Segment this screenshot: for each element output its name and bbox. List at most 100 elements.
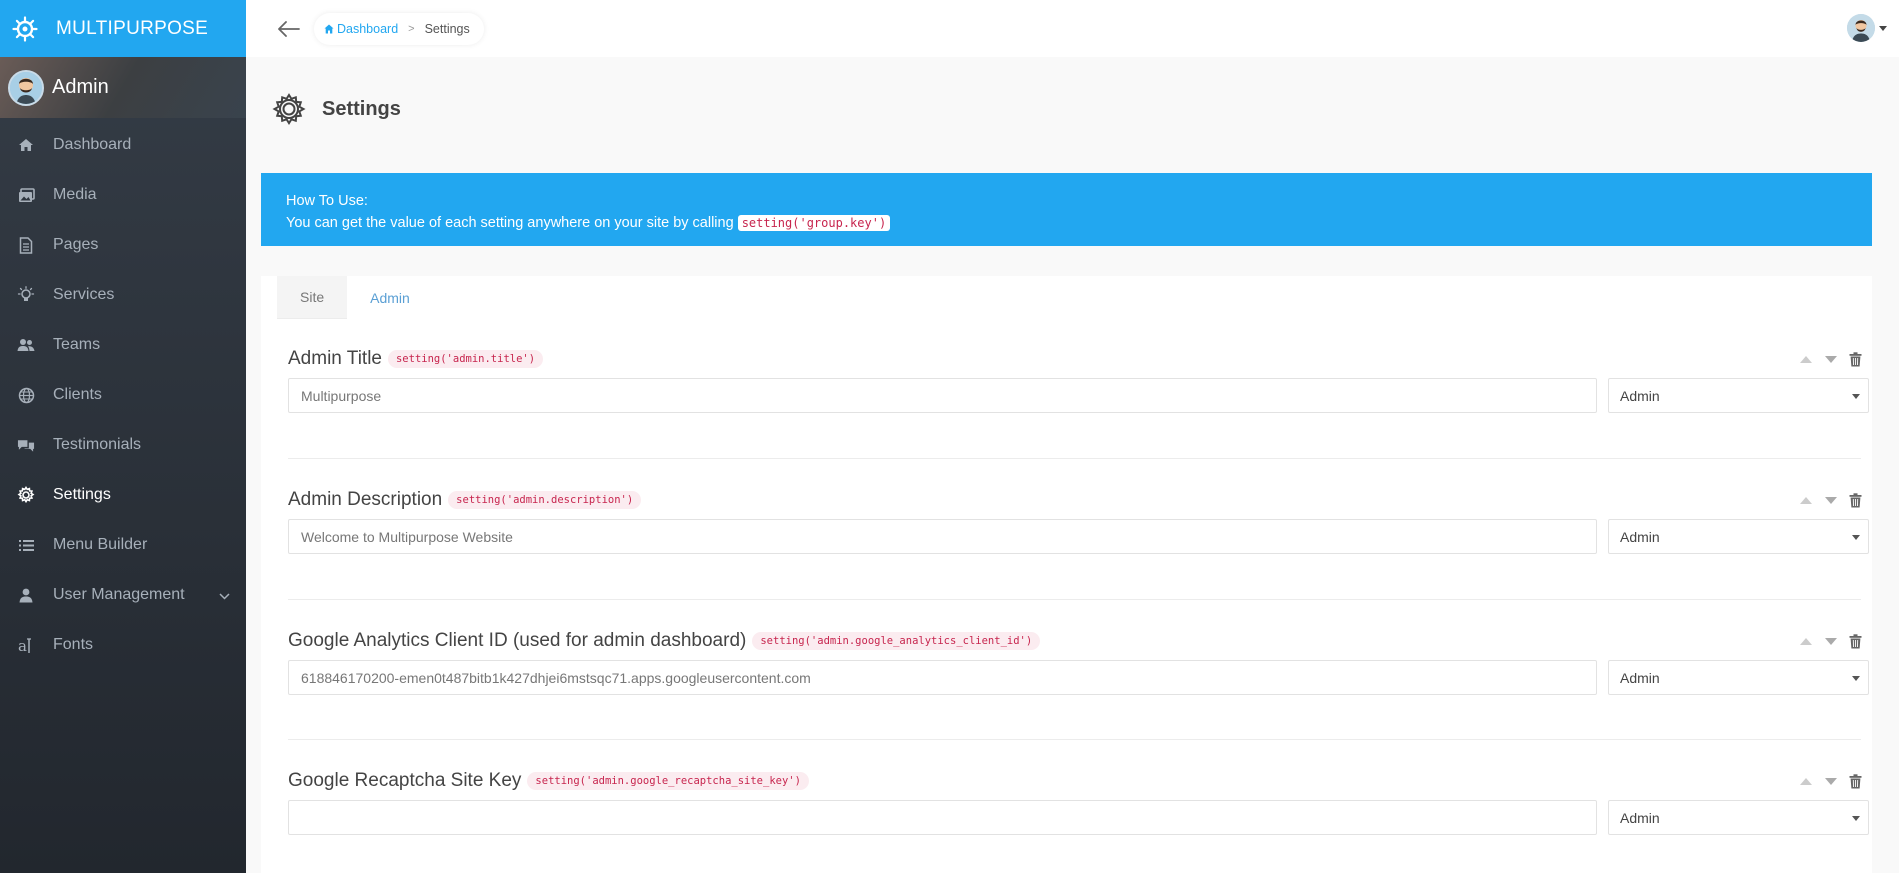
- sidebar-item-user-management[interactable]: User Management: [0, 570, 246, 620]
- avatar: [8, 69, 44, 106]
- trash-icon[interactable]: [1847, 490, 1864, 510]
- setting-label: Admin Description: [288, 489, 443, 510]
- sidebar-profile[interactable]: Admin: [0, 57, 246, 118]
- profile-name: Admin: [52, 76, 109, 98]
- person-icon: [17, 586, 35, 604]
- setting-row: Google Recaptcha Site Key setting('admin…: [288, 769, 1870, 835]
- sidebar: MULTIPURPOSE Admin Dashboard Media Pages…: [0, 0, 246, 873]
- avatar: [1847, 14, 1875, 42]
- setting-actions: [1797, 349, 1864, 369]
- move-down-icon[interactable]: [1822, 631, 1839, 651]
- trash-icon[interactable]: [1847, 771, 1864, 791]
- setting-key-badge: setting('admin.google_recaptcha_site_key…: [527, 772, 809, 790]
- sidebar-item-fonts[interactable]: a Fonts: [0, 620, 246, 670]
- sidebar-item-label: Teams: [53, 336, 101, 353]
- setting-group-select[interactable]: Admin: [1608, 519, 1869, 554]
- move-up-icon[interactable]: [1797, 490, 1814, 510]
- setting-value-input[interactable]: 618846170200-emen0t487bitb1k427dhjei6mst…: [288, 660, 1597, 695]
- caret-down-icon: [1852, 816, 1860, 821]
- setting-row: Admin Title setting('admin.title') Multi…: [288, 347, 1870, 413]
- home-icon: [17, 136, 35, 154]
- setting-group-select[interactable]: Admin: [1608, 800, 1869, 835]
- sidebar-item-label: Clients: [53, 386, 102, 403]
- sidebar-item-dashboard[interactable]: Dashboard: [0, 120, 246, 170]
- sidebar-item-teams[interactable]: Teams: [0, 320, 246, 370]
- setting-actions: [1797, 490, 1864, 510]
- sidebar-item-label: Media: [53, 186, 97, 203]
- sidebar-item-services[interactable]: Services: [0, 270, 246, 320]
- setting-value-input[interactable]: [288, 800, 1597, 835]
- sidebar-item-label: Testimonials: [53, 436, 142, 453]
- setting-row: Admin Description setting('admin.descrip…: [288, 488, 1870, 554]
- alert-code: setting('group.key'): [737, 215, 891, 231]
- move-down-icon[interactable]: [1822, 771, 1839, 791]
- trash-icon[interactable]: [1847, 349, 1864, 369]
- setting-label: Admin Title: [288, 348, 382, 369]
- sidebar-item-media[interactable]: Media: [0, 170, 246, 220]
- home-icon: [324, 24, 334, 34]
- breadcrumb-home-link[interactable]: Dashboard: [324, 22, 398, 36]
- chevron-down-icon[interactable]: [219, 587, 230, 605]
- settings-panel: Site Admin Admin Title setting('admin.ti…: [261, 276, 1872, 873]
- tab-site[interactable]: Site: [277, 276, 348, 319]
- how-to-use-alert: How To Use: You can get the value of eac…: [261, 173, 1872, 246]
- sidebar-nav: Dashboard Media Pages Services Teams Cli…: [0, 118, 246, 670]
- sidebar-item-clients[interactable]: Clients: [0, 370, 246, 420]
- setting-row: Google Analytics Client ID (used for adm…: [288, 629, 1870, 695]
- ship-wheel-icon: [12, 15, 38, 42]
- setting-value-input[interactable]: Welcome to Multipurpose Website: [288, 519, 1597, 554]
- trash-icon[interactable]: [1847, 631, 1864, 651]
- setting-key-badge: setting('admin.title'): [387, 350, 544, 368]
- setting-group-select[interactable]: Admin: [1608, 660, 1869, 695]
- lightbulb-icon: [17, 286, 35, 304]
- caret-down-icon: [1852, 394, 1860, 399]
- sidebar-item-menu-builder[interactable]: Menu Builder: [0, 520, 246, 570]
- move-down-icon[interactable]: [1822, 490, 1839, 510]
- setting-group-value: Admin: [1620, 528, 1660, 545]
- sidebar-item-label: User Management: [53, 586, 185, 603]
- brand-bar[interactable]: MULTIPURPOSE: [0, 0, 246, 57]
- breadcrumb: Dashboard > Settings: [314, 12, 484, 45]
- setting-group-value: Admin: [1620, 387, 1660, 404]
- sidebar-item-pages[interactable]: Pages: [0, 220, 246, 270]
- move-down-icon[interactable]: [1822, 349, 1839, 369]
- move-up-icon[interactable]: [1797, 771, 1814, 791]
- caret-down-icon: [1852, 535, 1860, 540]
- images-icon: [17, 186, 35, 204]
- alert-title: How To Use:: [286, 193, 368, 209]
- page-header: Settings: [270, 90, 401, 128]
- chat-bubbles-icon: [17, 436, 35, 454]
- back-arrow-icon[interactable]: [278, 18, 300, 40]
- user-menu[interactable]: [1847, 14, 1887, 42]
- brand-name: MULTIPURPOSE: [56, 17, 209, 39]
- setting-label: Google Recaptcha Site Key: [288, 770, 522, 791]
- setting-value-input[interactable]: Multipurpose: [288, 378, 1597, 413]
- divider: [288, 599, 1861, 600]
- setting-group-value: Admin: [1620, 669, 1660, 686]
- alert-body: You can get the value of each setting an…: [286, 212, 1847, 234]
- chevron-right-icon: >: [408, 22, 415, 35]
- sidebar-item-label: Services: [53, 286, 115, 303]
- top-navbar: Dashboard > Settings: [246, 0, 1899, 57]
- setting-label: Google Analytics Client ID (used for adm…: [288, 630, 747, 651]
- list-icon: [17, 536, 35, 554]
- move-up-icon[interactable]: [1797, 631, 1814, 651]
- sidebar-item-label: Fonts: [53, 636, 94, 653]
- breadcrumb-home-label: Dashboard: [337, 21, 399, 36]
- divider: [288, 739, 1861, 740]
- svg-text:a: a: [18, 637, 27, 654]
- gear-icon: [17, 486, 35, 504]
- setting-group-select[interactable]: Admin: [1608, 378, 1869, 413]
- tab-admin[interactable]: Admin: [347, 276, 433, 319]
- setting-group-value: Admin: [1620, 809, 1660, 826]
- setting-key-badge: setting('admin.google_analytics_client_i…: [752, 632, 1041, 650]
- caret-down-icon: [1852, 676, 1860, 681]
- sidebar-item-label: Settings: [53, 486, 111, 503]
- setting-key-badge: setting('admin.description'): [448, 491, 642, 509]
- move-up-icon[interactable]: [1797, 349, 1814, 369]
- people-icon: [17, 336, 35, 354]
- settings-tabs: Site Admin: [277, 276, 433, 319]
- globe-icon: [17, 386, 35, 404]
- sidebar-item-settings[interactable]: Settings: [0, 470, 246, 520]
- sidebar-item-testimonials[interactable]: Testimonials: [0, 420, 246, 470]
